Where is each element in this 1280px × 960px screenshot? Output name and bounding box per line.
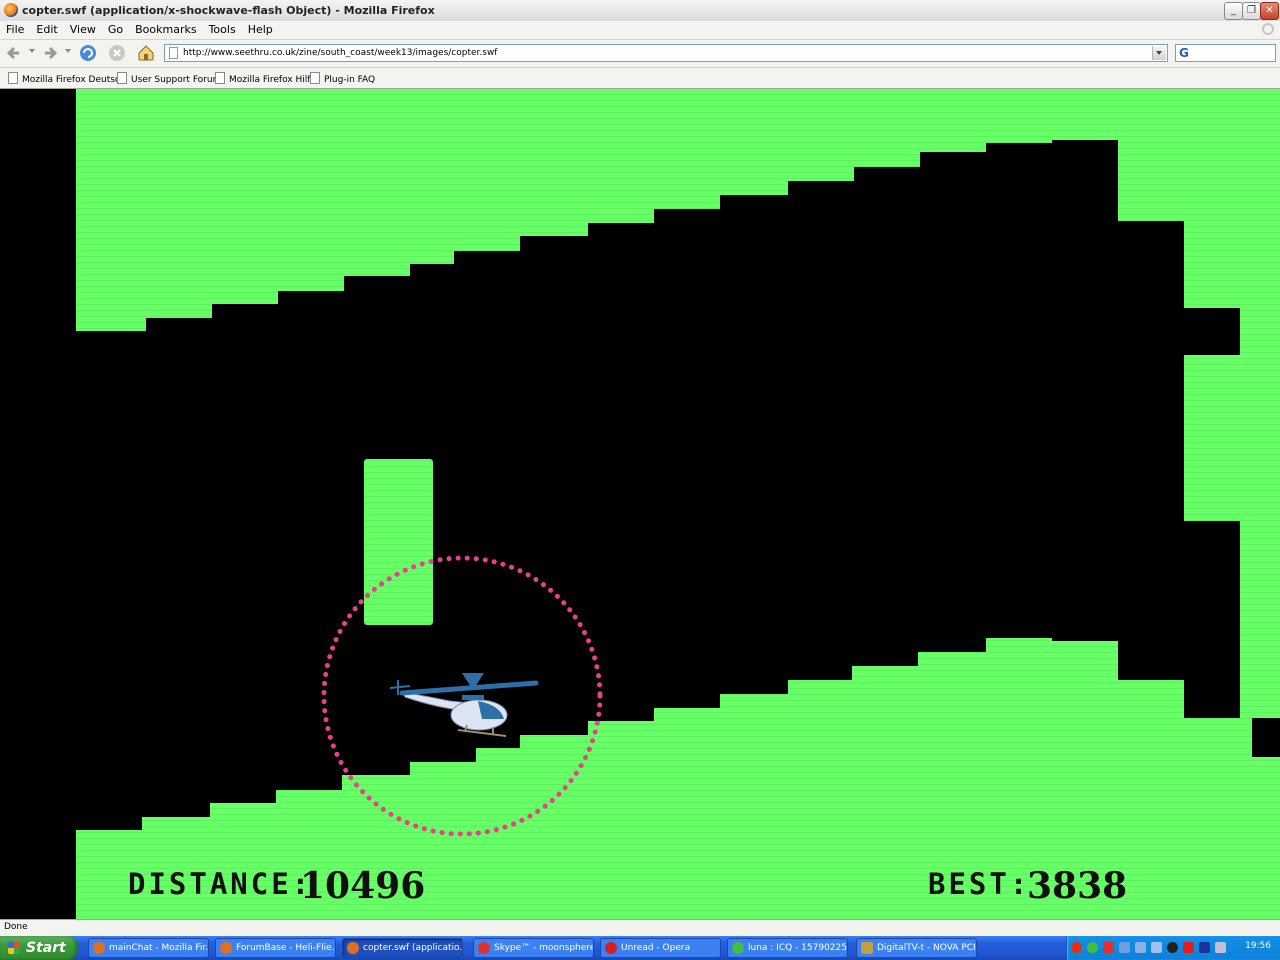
best-value: 3838 <box>1027 865 1128 907</box>
task-label: ForumBase - Heli-Flie... <box>236 943 336 953</box>
menu-view[interactable]: View <box>64 21 102 39</box>
close-button[interactable]: ✕ <box>1260 2 1279 20</box>
task-label: copter.swf (applicatio... <box>363 943 463 953</box>
system-tray: 19:56 <box>1066 936 1280 960</box>
bookmark-label: Plug-in FAQ <box>324 75 376 85</box>
bookmark-item[interactable]: Plug-in FAQ <box>310 72 375 86</box>
task-label: mainChat - Mozilla Fir... <box>109 943 209 953</box>
task-label: DigitalTV-t - NOVA PCI <box>877 943 976 953</box>
left-void <box>0 89 76 919</box>
opera-icon <box>605 942 617 954</box>
tray-display-icon[interactable] <box>1151 942 1162 953</box>
bookmark-item[interactable]: Mozilla Firefox Hilfe <box>215 72 316 86</box>
tray-firefox-icon[interactable] <box>1071 942 1082 953</box>
windows-logo-icon <box>8 942 20 954</box>
taskbar-button[interactable]: Skype™ - moonsphere <box>473 938 594 958</box>
navigation-toolbar: G <box>0 40 1280 68</box>
tray-network-icon[interactable] <box>1135 942 1146 953</box>
stop-button[interactable] <box>107 43 127 63</box>
obstacle-block <box>364 459 433 625</box>
firefox-icon <box>4 3 18 17</box>
bookmark-label: User Support Forum <box>131 75 222 85</box>
menu-go[interactable]: Go <box>102 21 129 39</box>
title-bar: copter.swf (application/x-shockwave-flas… <box>0 0 1280 22</box>
status-text: Done <box>4 922 28 932</box>
start-button[interactable]: Start <box>0 936 78 960</box>
tray-icq-icon[interactable] <box>1087 942 1098 953</box>
tray-network-icon[interactable] <box>1119 942 1130 953</box>
window-title: copter.swf (application/x-shockwave-flas… <box>22 4 435 17</box>
task-label: Skype™ - moonsphere <box>494 943 594 953</box>
throbber-icon <box>1262 23 1274 35</box>
firefox-icon <box>347 942 359 954</box>
status-bar: Done <box>0 919 1280 937</box>
url-input[interactable] <box>183 46 1143 60</box>
page-icon <box>169 47 178 59</box>
bookmark-page-icon <box>8 72 18 84</box>
taskbar-button[interactable]: Unread - Opera <box>600 938 721 958</box>
taskbar-button[interactable]: DigitalTV-t - NOVA PCI <box>856 938 977 958</box>
tray-antivirus-icon[interactable] <box>1103 942 1114 953</box>
back-history-chevron-icon[interactable] <box>29 49 35 53</box>
taskbar-button[interactable]: luna : ICQ - 157902255 <box>727 938 848 958</box>
helicopter <box>389 673 539 737</box>
url-history-dropdown[interactable] <box>1152 46 1166 60</box>
menu-file[interactable]: File <box>0 21 30 39</box>
tray-volume-icon[interactable] <box>1215 942 1226 953</box>
bookmark-item[interactable]: User Support Forum <box>117 72 221 86</box>
bookmark-label: Mozilla Firefox Hilfe <box>229 75 316 85</box>
tray-nvidia-icon[interactable] <box>1167 942 1178 953</box>
menu-bookmarks[interactable]: Bookmarks <box>129 21 202 39</box>
flash-game-area[interactable]: DISTANCE: 10496 BEST: 3838 <box>0 89 1280 919</box>
forward-button[interactable] <box>40 43 60 63</box>
home-button[interactable] <box>136 43 156 63</box>
tv-icon <box>861 942 873 954</box>
bookmark-page-icon <box>117 72 127 84</box>
clock[interactable]: 19:56 <box>1245 941 1271 951</box>
task-label: Unread - Opera <box>621 943 691 953</box>
best-label: BEST: <box>928 867 1031 901</box>
distance-value: 10496 <box>300 865 426 907</box>
bookmark-page-icon <box>215 72 225 84</box>
bookmark-label: Mozilla Firefox Deutsch <box>22 75 126 85</box>
bookmark-item[interactable]: Mozilla Firefox Deutsch <box>8 72 126 86</box>
menu-edit[interactable]: Edit <box>30 21 63 39</box>
taskbar-button-active[interactable]: copter.swf (applicatio... <box>342 938 463 958</box>
firefox-icon <box>220 942 232 954</box>
search-box[interactable]: G <box>1175 44 1276 62</box>
url-bar[interactable] <box>164 44 1168 62</box>
game-canvas <box>0 89 1280 919</box>
distance-label: DISTANCE: <box>128 867 313 901</box>
tray-media-icon[interactable] <box>1199 942 1210 953</box>
cave-ceiling <box>76 89 1280 331</box>
firefox-icon <box>93 942 105 954</box>
taskbar-button[interactable]: mainChat - Mozilla Fir... <box>88 938 209 958</box>
menu-help[interactable]: Help <box>242 21 279 39</box>
icq-icon <box>732 942 744 954</box>
restore-button[interactable]: ❐ <box>1242 2 1261 20</box>
menu-tools[interactable]: Tools <box>203 21 242 39</box>
minimize-button[interactable]: _ <box>1224 2 1243 20</box>
task-label: luna : ICQ - 157902255 <box>748 943 848 953</box>
reload-button[interactable] <box>78 43 98 63</box>
taskbar-button[interactable]: ForumBase - Heli-Flie... <box>215 938 336 958</box>
bookmarks-toolbar: Mozilla Firefox Deutsch User Support For… <box>0 68 1280 89</box>
start-label: Start <box>26 940 66 956</box>
tray-ati-icon[interactable] <box>1183 942 1194 953</box>
back-button[interactable] <box>4 43 24 63</box>
menu-bar: File Edit View Go Bookmarks Tools Help <box>0 21 1280 40</box>
skype-icon <box>478 942 490 954</box>
bookmark-page-icon <box>310 72 320 84</box>
google-search-icon[interactable]: G <box>1179 46 1189 60</box>
forward-history-chevron-icon[interactable] <box>65 49 71 53</box>
taskbar: Start mainChat - Mozilla Fir... ForumBas… <box>0 936 1280 960</box>
